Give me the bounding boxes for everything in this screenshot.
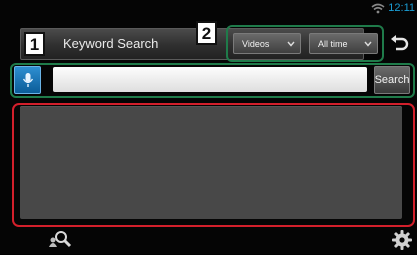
wifi-icon xyxy=(371,3,385,14)
gear-icon xyxy=(392,230,412,250)
search-history-button[interactable] xyxy=(47,229,73,254)
keyword-search-screen: 12:11 Keyword Search Videos All time Sea… xyxy=(0,0,417,254)
search-row: Search xyxy=(14,66,412,94)
microphone-icon xyxy=(22,73,34,87)
search-person-icon xyxy=(49,231,72,248)
search-button[interactable]: Search xyxy=(374,66,410,94)
chevron-down-icon xyxy=(364,39,372,49)
content-type-dropdown[interactable]: Videos xyxy=(233,33,301,54)
search-results-list[interactable] xyxy=(20,106,402,219)
back-arrow-icon xyxy=(391,35,409,51)
status-bar: 12:11 xyxy=(371,2,415,14)
content-type-value: Videos xyxy=(242,38,270,49)
clock: 12:11 xyxy=(388,2,415,14)
page-title: Keyword Search xyxy=(63,36,159,51)
time-range-value: All time xyxy=(318,38,348,49)
chevron-down-icon xyxy=(287,39,295,49)
time-range-dropdown[interactable]: All time xyxy=(309,33,378,54)
header-bar: Keyword Search Videos All time xyxy=(20,28,378,60)
callout-marker-2: 2 xyxy=(196,21,217,45)
voice-search-button[interactable] xyxy=(14,66,41,94)
callout-marker-1: 1 xyxy=(24,32,45,56)
search-input[interactable] xyxy=(53,67,367,92)
settings-button[interactable] xyxy=(392,230,412,255)
back-button[interactable] xyxy=(386,31,412,57)
